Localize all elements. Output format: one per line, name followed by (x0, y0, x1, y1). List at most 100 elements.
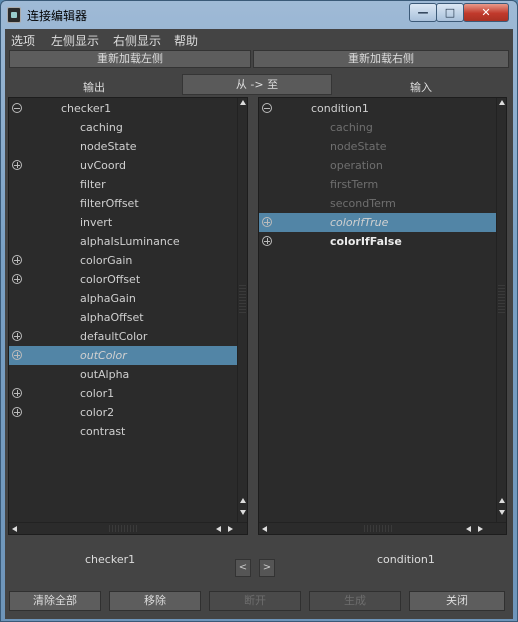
left-attribute-label: outAlpha (80, 368, 130, 381)
left-attribute-row[interactable]: colorGain (9, 251, 237, 270)
scroll-left-icon[interactable] (12, 526, 17, 532)
close-window-button[interactable]: ✕ (463, 3, 509, 22)
left-attribute-row[interactable]: color1 (9, 384, 237, 403)
left-attribute-list: checker1 caching nodeState uvCoord filter fil… (9, 98, 237, 522)
left-node-name: checker1 (85, 553, 136, 566)
left-attribute-row[interactable]: invert (9, 213, 237, 232)
left-attribute-label: uvCoord (80, 159, 126, 172)
previous-button[interactable]: < (235, 559, 251, 577)
left-horizontal-scrollbar[interactable] (9, 522, 247, 534)
scroll-left-icon[interactable] (216, 526, 221, 532)
scroll-grip[interactable] (109, 525, 139, 532)
reload-left-button[interactable]: 重新加载左侧 (9, 50, 251, 68)
close-button[interactable]: 关闭 (409, 591, 505, 611)
right-attribute-label: secondTerm (330, 197, 396, 210)
right-attribute-row[interactable]: secondTerm (259, 194, 496, 213)
right-attribute-row[interactable]: colorIfFalse (259, 232, 496, 251)
minimize-button[interactable]: — (409, 3, 437, 22)
left-attribute-row[interactable]: caching (9, 118, 237, 137)
left-attribute-label: colorGain (80, 254, 133, 267)
left-attribute-row[interactable]: defaultColor (9, 327, 237, 346)
scroll-grip[interactable] (364, 525, 394, 532)
expand-icon[interactable] (12, 274, 22, 284)
make-button[interactable]: 生成 (309, 591, 401, 611)
left-vertical-scrollbar[interactable] (237, 98, 247, 522)
direction-button[interactable]: 从 -> 至 (182, 74, 332, 95)
expand-icon[interactable] (12, 255, 22, 265)
expand-icon[interactable] (12, 331, 22, 341)
scroll-right-icon[interactable] (478, 526, 483, 532)
left-attribute-row[interactable]: colorOffset (9, 270, 237, 289)
scroll-up-icon[interactable] (499, 100, 505, 105)
app-icon (7, 7, 21, 23)
next-button[interactable]: > (259, 559, 275, 577)
menu-bar: 选项 左侧显示 右侧显示 帮助 (5, 29, 513, 49)
left-attribute-label: color1 (80, 387, 115, 400)
menu-options[interactable]: 选项 (11, 32, 35, 49)
scroll-left-icon[interactable] (262, 526, 267, 532)
input-label: 输入 (410, 81, 432, 94)
collapse-icon[interactable] (12, 103, 22, 113)
left-attribute-row[interactable]: uvCoord (9, 156, 237, 175)
scroll-up-icon[interactable] (240, 498, 246, 503)
right-vertical-scrollbar[interactable] (496, 98, 506, 522)
editor-client-area: 选项 左侧显示 右侧显示 帮助 重新加载左侧 重新加载右侧 输出 从 -> 至 … (5, 29, 513, 619)
expand-icon[interactable] (262, 236, 272, 246)
right-attribute-row[interactable]: nodeState (259, 137, 496, 156)
left-attribute-row[interactable]: alphaGain (9, 289, 237, 308)
right-attribute-row[interactable]: caching (259, 118, 496, 137)
connection-editor-window: 连接编辑器 — □ ✕ 选项 左侧显示 右侧显示 帮助 重新加载左侧 重新加载右… (0, 0, 518, 622)
left-attribute-label: colorOffset (80, 273, 141, 286)
scroll-down-icon[interactable] (499, 510, 505, 515)
window-title: 连接编辑器 (27, 9, 88, 23)
left-attribute-row[interactable]: alphaOffset (9, 308, 237, 327)
collapse-icon[interactable] (262, 103, 272, 113)
left-attribute-row[interactable]: nodeState (9, 137, 237, 156)
left-attribute-row[interactable]: color2 (9, 403, 237, 422)
left-attribute-row[interactable]: contrast (9, 422, 237, 441)
output-label: 输出 (83, 81, 105, 94)
left-attribute-row[interactable]: outAlpha (9, 365, 237, 384)
scroll-right-icon[interactable] (228, 526, 233, 532)
left-attribute-row[interactable]: checker1 (9, 99, 237, 118)
scroll-up-icon[interactable] (240, 100, 246, 105)
scroll-grip[interactable] (498, 283, 505, 313)
expand-icon[interactable] (262, 217, 272, 227)
scroll-left-icon[interactable] (466, 526, 471, 532)
right-attribute-label: condition1 (311, 102, 369, 115)
left-attribute-label: alphaGain (80, 292, 136, 305)
menu-right-display[interactable]: 右侧显示 (113, 32, 161, 49)
expand-icon[interactable] (12, 160, 22, 170)
maximize-button[interactable]: □ (436, 3, 464, 22)
menu-left-display[interactable]: 左侧显示 (51, 32, 99, 49)
left-attribute-row[interactable]: filter (9, 175, 237, 194)
right-horizontal-scrollbar[interactable] (259, 522, 506, 534)
left-attribute-row[interactable]: filterOffset (9, 194, 237, 213)
right-attribute-label: firstTerm (330, 178, 379, 191)
scroll-down-icon[interactable] (240, 510, 246, 515)
expand-icon[interactable] (12, 388, 22, 398)
expand-icon[interactable] (12, 407, 22, 417)
right-attribute-row[interactable]: operation (259, 156, 496, 175)
clear-all-button[interactable]: 清除全部 (9, 591, 101, 611)
left-attribute-label: filterOffset (80, 197, 139, 210)
remove-button[interactable]: 移除 (109, 591, 201, 611)
title-bar[interactable]: 连接编辑器 — □ ✕ (1, 1, 517, 29)
left-attribute-row[interactable]: alphaIsLuminance (9, 232, 237, 251)
left-attribute-label: invert (80, 216, 113, 229)
expand-icon[interactable] (12, 350, 22, 360)
right-attribute-label: colorIfFalse (330, 235, 402, 248)
menu-help[interactable]: 帮助 (174, 32, 198, 49)
left-attribute-label: defaultColor (80, 330, 148, 343)
scroll-grip[interactable] (239, 283, 246, 313)
left-output-panel: checker1 caching nodeState uvCoord filter fil… (8, 97, 248, 535)
reload-right-button[interactable]: 重新加载右侧 (253, 50, 509, 68)
right-attribute-row[interactable]: colorIfTrue (259, 213, 496, 232)
right-attribute-row[interactable]: firstTerm (259, 175, 496, 194)
left-attribute-row[interactable]: outColor (9, 346, 237, 365)
left-attribute-label: nodeState (80, 140, 137, 153)
left-attribute-label: filter (80, 178, 106, 191)
right-attribute-row[interactable]: condition1 (259, 99, 496, 118)
scroll-up-icon[interactable] (499, 498, 505, 503)
break-button[interactable]: 断开 (209, 591, 301, 611)
